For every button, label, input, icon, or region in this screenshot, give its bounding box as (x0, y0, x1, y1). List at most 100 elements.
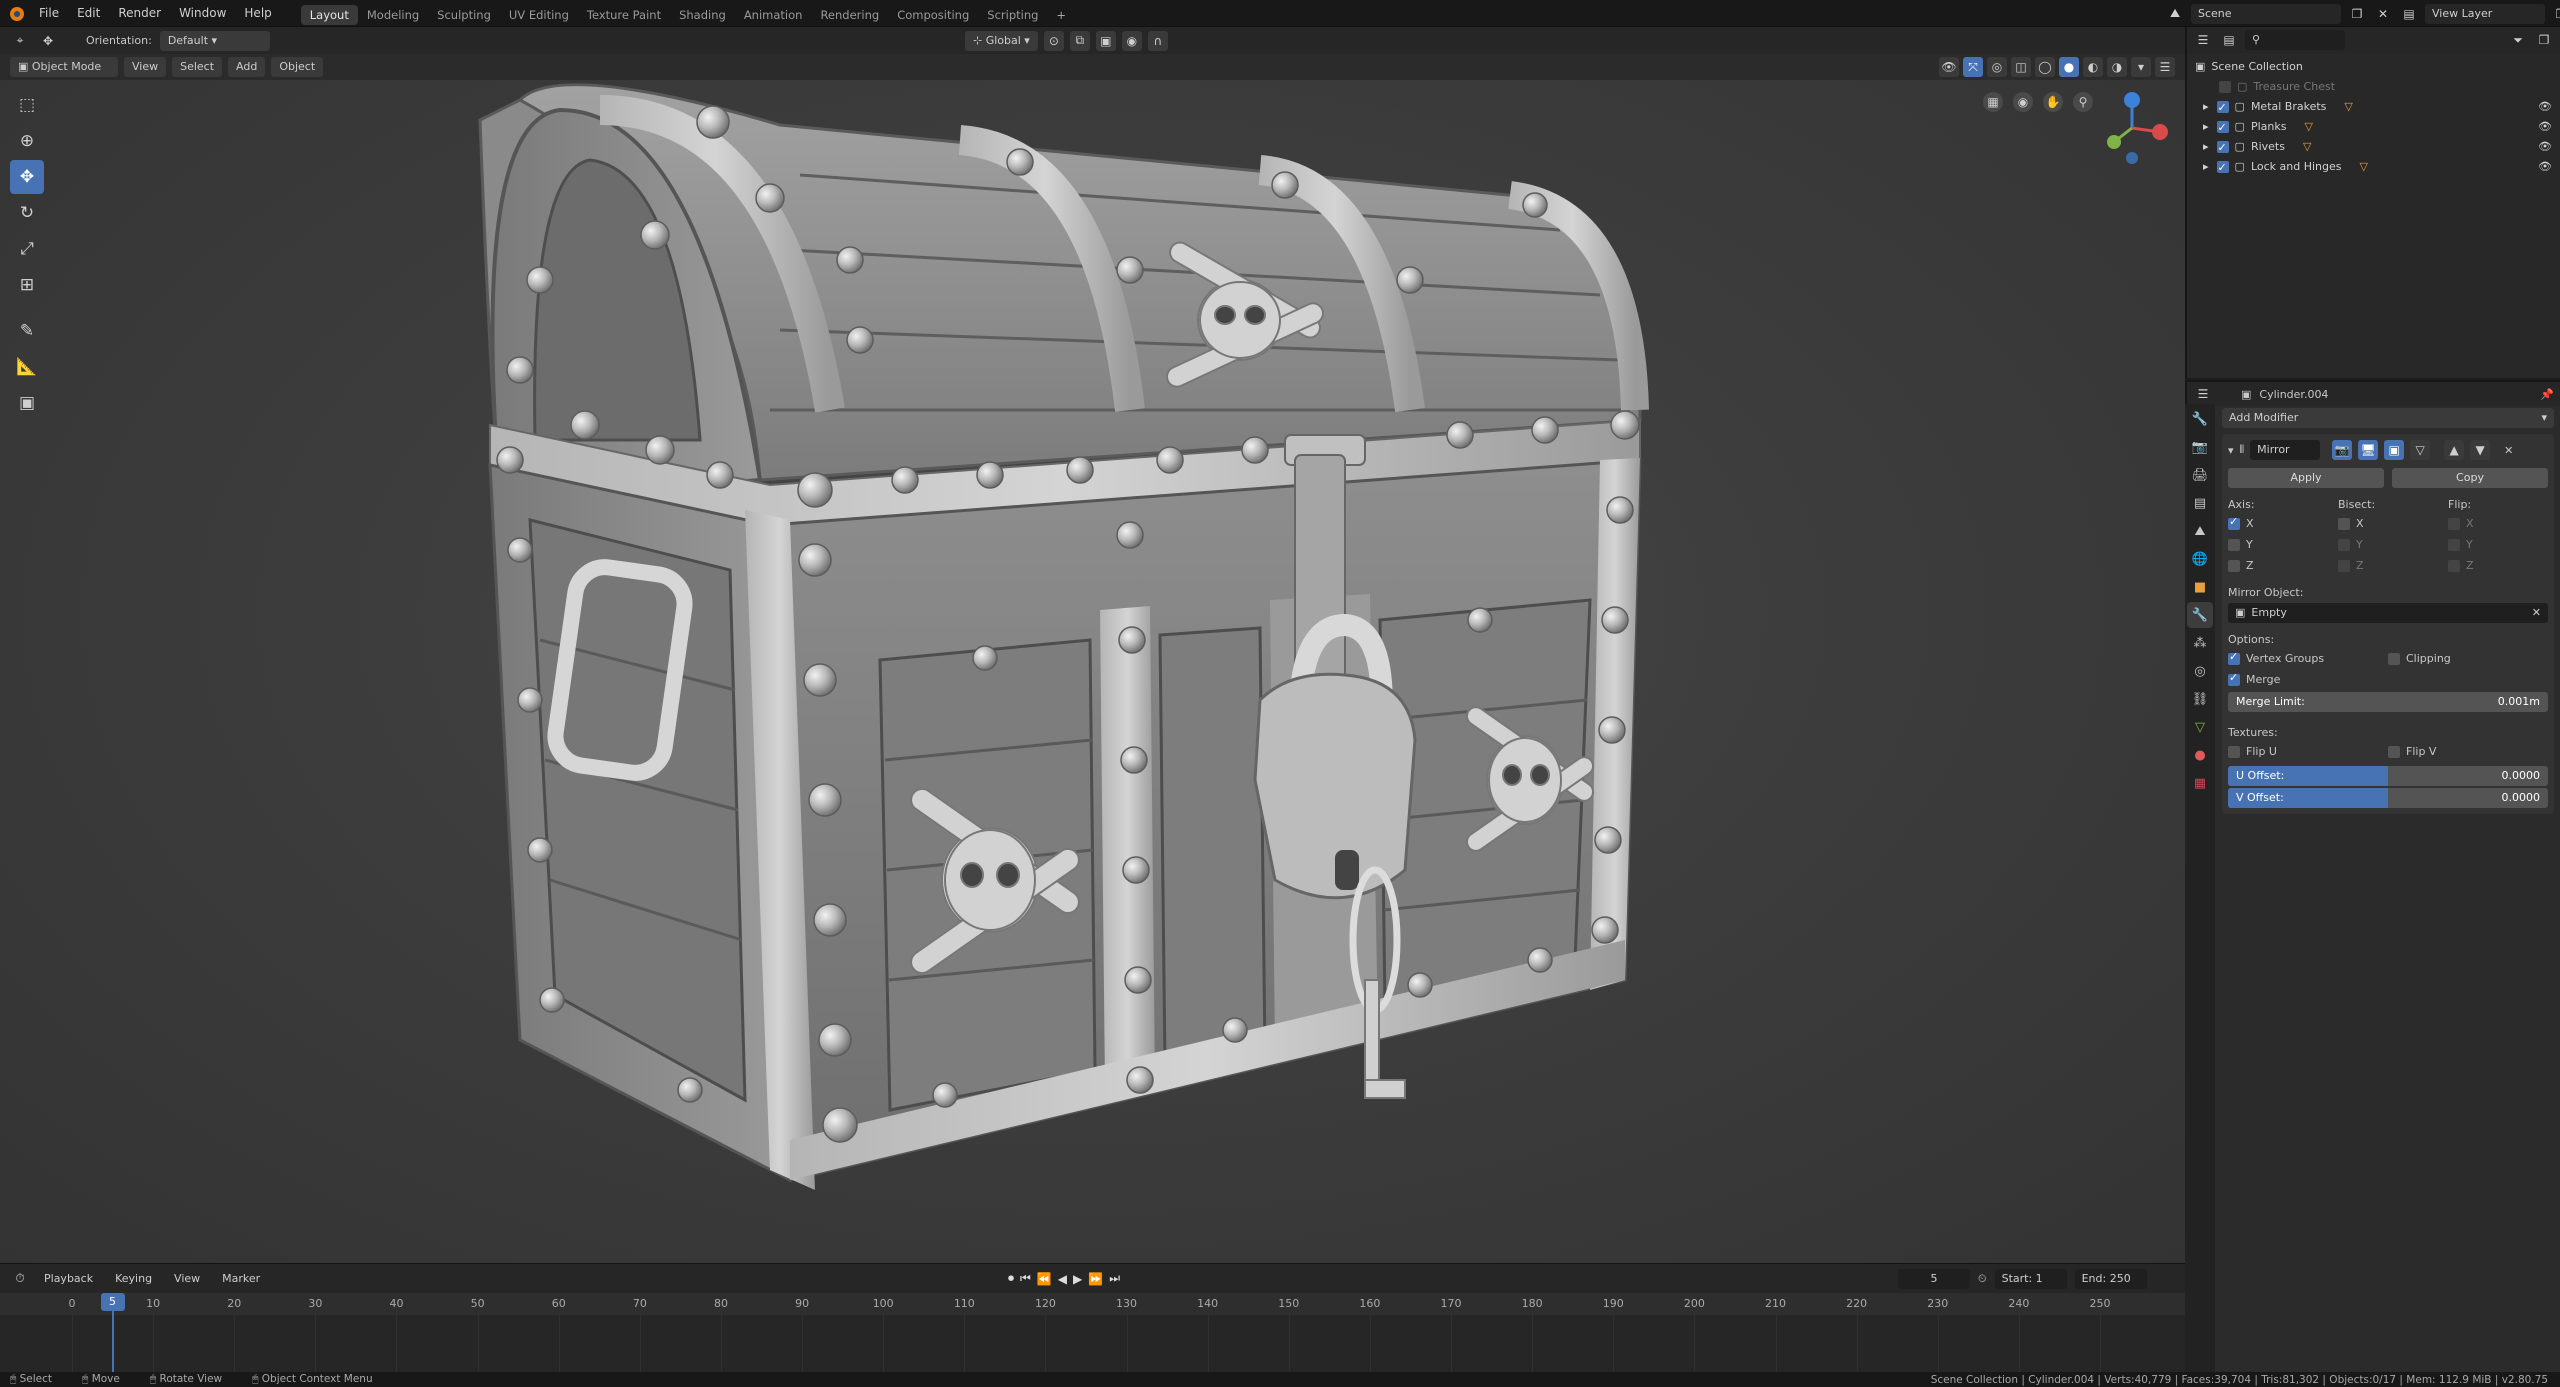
timeline-editor-icon[interactable]: ⏱ (10, 1269, 30, 1289)
modifier-name-field[interactable]: Mirror (2250, 440, 2321, 460)
scene-new-icon[interactable]: ❐ (2347, 4, 2367, 24)
blender-logo-icon[interactable] (10, 6, 24, 21)
outliner-item[interactable]: ▸ ▢ Planks ▽ 👁 (2195, 117, 2552, 138)
properties-editor-icon[interactable]: ☰ (2193, 384, 2213, 404)
modifier-tab-icon[interactable]: 🔧 (2187, 602, 2213, 628)
timeline-body[interactable] (0, 1315, 2185, 1372)
shading-rendered-icon[interactable]: ◑ (2107, 57, 2127, 77)
merge-checkbox[interactable] (2228, 671, 2240, 686)
expand-arrow-icon[interactable]: ▸ (2203, 137, 2209, 157)
editor-type-icon[interactable]: ⌖ (10, 31, 30, 51)
add-modifier-dropdown[interactable]: Add Modifier ▾ (2222, 408, 2554, 428)
shading-solid-icon[interactable]: ● (2059, 57, 2079, 77)
flip-u-checkbox[interactable] (2228, 745, 2240, 758)
menu-help[interactable]: Help (235, 0, 280, 27)
start-frame-field[interactable]: Start: 1 (1994, 1268, 2067, 1289)
tab-uv-editing[interactable]: UV Editing (500, 5, 578, 25)
jump-start-icon[interactable]: ⏮ (1020, 1271, 1031, 1286)
visibility-eye-icon[interactable]: 👁 (2538, 117, 2552, 137)
clear-field-icon[interactable]: ✕ (2532, 603, 2541, 623)
menu-edit[interactable]: Edit (68, 0, 109, 27)
scene-tab-icon[interactable]: ⛰ (2187, 518, 2213, 544)
u-offset-slider[interactable]: U Offset: 0.0000 (2228, 766, 2548, 786)
view-menu[interactable]: View (124, 57, 167, 77)
overlay-toggle-icon[interactable]: ◎ (1987, 57, 2007, 77)
add-menu[interactable]: Add (228, 57, 266, 77)
view-layer-tab-icon[interactable]: ▤ (2187, 490, 2213, 516)
record-icon[interactable]: ⏺ (1008, 1271, 1014, 1286)
exclude-checkbox[interactable] (2216, 158, 2229, 178)
outliner-scene-collection[interactable]: ▣ Scene Collection (2195, 57, 2552, 77)
copy-button[interactable]: Copy (2392, 468, 2548, 488)
current-frame-field[interactable]: 5 (1898, 1268, 1970, 1289)
merge-limit-field[interactable]: Merge Limit: 0.001m (2228, 692, 2548, 712)
material-tab-icon[interactable]: ● (2187, 742, 2213, 768)
tab-animation[interactable]: Animation (735, 5, 812, 25)
pin-icon[interactable]: 📌 (2540, 388, 2554, 401)
render-tab-icon[interactable]: 📷 (2187, 434, 2213, 460)
navigation-gizmo[interactable] (2092, 88, 2172, 168)
output-tab-icon[interactable]: 🖨 (2187, 462, 2213, 488)
new-collection-icon[interactable]: ❐ (2534, 30, 2554, 50)
exclude-checkbox[interactable] (2216, 138, 2229, 158)
exclude-checkbox[interactable] (2216, 118, 2229, 138)
exclude-checkbox[interactable] (2219, 81, 2231, 93)
preview-range-icon[interactable]: ⏲ (1978, 1272, 1987, 1286)
expand-arrow-icon[interactable]: ▸ (2203, 157, 2209, 177)
outliner-search-input[interactable]: ⚲ (2245, 30, 2345, 50)
visibility-eye-icon[interactable]: 👁 (2538, 157, 2552, 177)
tab-compositing[interactable]: Compositing (888, 5, 978, 25)
shading-wireframe-icon[interactable]: ◯ (2035, 57, 2055, 77)
view-layer-new-icon[interactable]: ❐ (2551, 4, 2560, 24)
bisect-x-checkbox[interactable] (2338, 517, 2350, 530)
snap-icon[interactable]: ⧉ (1069, 30, 1090, 51)
camera-view-icon[interactable]: ◉ (2013, 92, 2033, 112)
move-up-icon[interactable]: ▲ (2444, 440, 2465, 460)
xray-icon[interactable]: ◫ (2011, 57, 2031, 77)
visibility-icon[interactable]: 👁 (1939, 57, 1959, 77)
move-icon[interactable]: ✥ (10, 160, 44, 194)
data-tab-icon[interactable]: ▽ (2187, 714, 2213, 740)
outliner-editor-icon[interactable]: ☰ (2193, 30, 2213, 50)
expand-arrow-icon[interactable]: ▸ (2203, 97, 2209, 117)
pan-view-icon[interactable]: ✋ (2043, 92, 2063, 112)
show-on-cage-icon[interactable]: ▽ (2410, 440, 2431, 460)
collapse-arrow-icon[interactable]: ▾ (2228, 444, 2234, 457)
bisect-y-checkbox[interactable] (2338, 538, 2350, 551)
3d-viewport[interactable]: ▦ ◉ ✋ ⚲ (0, 80, 2185, 1263)
gizmo-toggle-icon[interactable]: ⤧ (1963, 57, 1983, 77)
cursor-icon[interactable]: ⊕ (10, 124, 44, 158)
mode-dropdown[interactable]: ▣ Object Mode ▾ (10, 57, 118, 93)
scene-delete-icon[interactable]: ✕ (2373, 4, 2393, 24)
axis-z-checkbox[interactable] (2228, 559, 2240, 572)
rotate-icon[interactable]: ↻ (10, 196, 44, 230)
menu-window[interactable]: Window (170, 0, 235, 27)
shading-options-icon[interactable]: ▾ (2131, 57, 2151, 77)
toggle-camera-icon[interactable]: ▦ (1983, 92, 2003, 112)
playhead[interactable]: 5 (100, 1293, 125, 1311)
outliner-item[interactable]: ▸ ▢ Lock and Hinges ▽ 👁 (2195, 157, 2552, 178)
outliner-item[interactable]: ▸ ▢ Rivets ▽ 👁 (2195, 137, 2552, 158)
keying-menu[interactable]: Keying (107, 1269, 160, 1289)
axis-x-checkbox[interactable] (2228, 515, 2240, 530)
prev-keyframe-icon[interactable]: ⏪ (1037, 1272, 1052, 1286)
flip-y-checkbox[interactable] (2448, 538, 2460, 551)
view-layer-icon[interactable]: ▤ (2399, 4, 2419, 24)
bisect-z-checkbox[interactable] (2338, 559, 2350, 572)
scale-icon[interactable]: ⤢ (10, 232, 44, 266)
exclude-checkbox[interactable] (2216, 98, 2229, 118)
axis-y-checkbox[interactable] (2228, 538, 2240, 551)
jump-end-icon[interactable]: ⏭ (1109, 1271, 1120, 1286)
tab-scripting[interactable]: Scripting (978, 5, 1047, 25)
display-mode-icon[interactable]: ▤ (2219, 30, 2239, 50)
snap-target-icon[interactable]: ▣ (1095, 30, 1116, 51)
object-menu[interactable]: Object (271, 57, 324, 77)
select-menu[interactable]: Select (172, 57, 223, 77)
timeline-view-menu[interactable]: View (166, 1269, 208, 1289)
visibility-eye-icon[interactable]: 👁 (2538, 137, 2552, 157)
playback-menu[interactable]: Playback (36, 1269, 101, 1289)
falloff-icon[interactable]: ∩ (1147, 30, 1168, 51)
physics-tab-icon[interactable]: ◎ (2187, 658, 2213, 684)
show-editmode-icon[interactable]: ▣ (2384, 440, 2405, 460)
add-workspace-icon[interactable]: + (1047, 5, 1075, 25)
